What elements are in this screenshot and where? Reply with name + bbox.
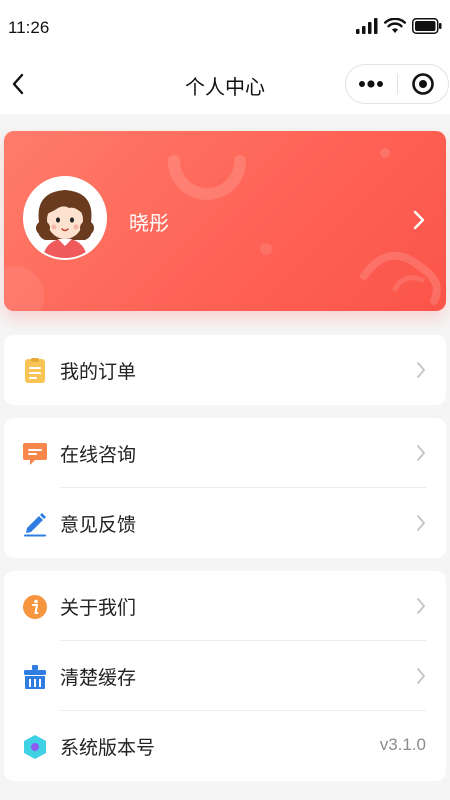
menu-item-online-consult[interactable]: 在线咨询 bbox=[4, 418, 446, 488]
status-time: 11:26 bbox=[8, 18, 50, 37]
chevron-right-icon bbox=[417, 668, 425, 684]
avatar bbox=[23, 176, 107, 260]
status-icons bbox=[356, 18, 442, 34]
menu-item-about-us[interactable]: 关于我们 bbox=[4, 571, 446, 641]
menu-group-orders: 我的订单 bbox=[4, 335, 446, 405]
mini-program-capsule bbox=[345, 64, 449, 104]
chevron-right-icon bbox=[417, 598, 425, 614]
more-dots-icon bbox=[359, 80, 384, 88]
profile-card[interactable]: 晓彤 bbox=[4, 131, 446, 311]
menu-group-support: 在线咨询 意见反馈 bbox=[4, 418, 446, 558]
menu-item-label: 在线咨询 bbox=[60, 444, 137, 466]
menu-item-label: 意见反馈 bbox=[60, 514, 137, 536]
menu-item-label: 系统版本号 bbox=[60, 737, 156, 759]
clear-cache-icon bbox=[24, 665, 46, 689]
menu-item-system-version: 系统版本号 v3.1.0 bbox=[4, 711, 446, 781]
wifi-icon bbox=[384, 18, 406, 33]
menu-group-system: 关于我们 清楚缓存 系统版本号 v3.1.0 bbox=[4, 571, 446, 781]
version-value: v3.1.0 bbox=[379, 735, 426, 754]
battery-icon bbox=[412, 18, 442, 34]
girl-avatar-icon bbox=[25, 178, 105, 258]
more-button[interactable] bbox=[346, 65, 397, 103]
cellular-signal-icon bbox=[356, 18, 378, 34]
chevron-right-icon bbox=[417, 445, 425, 461]
menu-item-label: 关于我们 bbox=[60, 597, 137, 619]
nav-bar: 个人中心 bbox=[0, 56, 450, 114]
menu-item-my-orders[interactable]: 我的订单 bbox=[4, 335, 446, 405]
chat-icon bbox=[23, 443, 47, 465]
version-icon bbox=[24, 735, 46, 759]
chevron-right-icon bbox=[417, 362, 425, 378]
info-icon bbox=[23, 595, 47, 619]
menu-item-feedback[interactable]: 意见反馈 bbox=[4, 488, 446, 558]
feedback-icon bbox=[24, 513, 46, 537]
chevron-right-icon bbox=[417, 515, 425, 531]
status-bar: 11:26 bbox=[0, 0, 450, 56]
menu-item-label: 我的订单 bbox=[60, 361, 137, 383]
menu-item-clear-cache[interactable]: 清楚缓存 bbox=[4, 641, 446, 711]
order-icon bbox=[25, 358, 45, 383]
chevron-right-icon bbox=[413, 210, 425, 230]
user-name: 晓彤 bbox=[129, 211, 169, 235]
target-close-icon bbox=[411, 73, 434, 95]
close-mini-program-button[interactable] bbox=[398, 65, 449, 103]
menu-item-label: 清楚缓存 bbox=[60, 667, 137, 689]
